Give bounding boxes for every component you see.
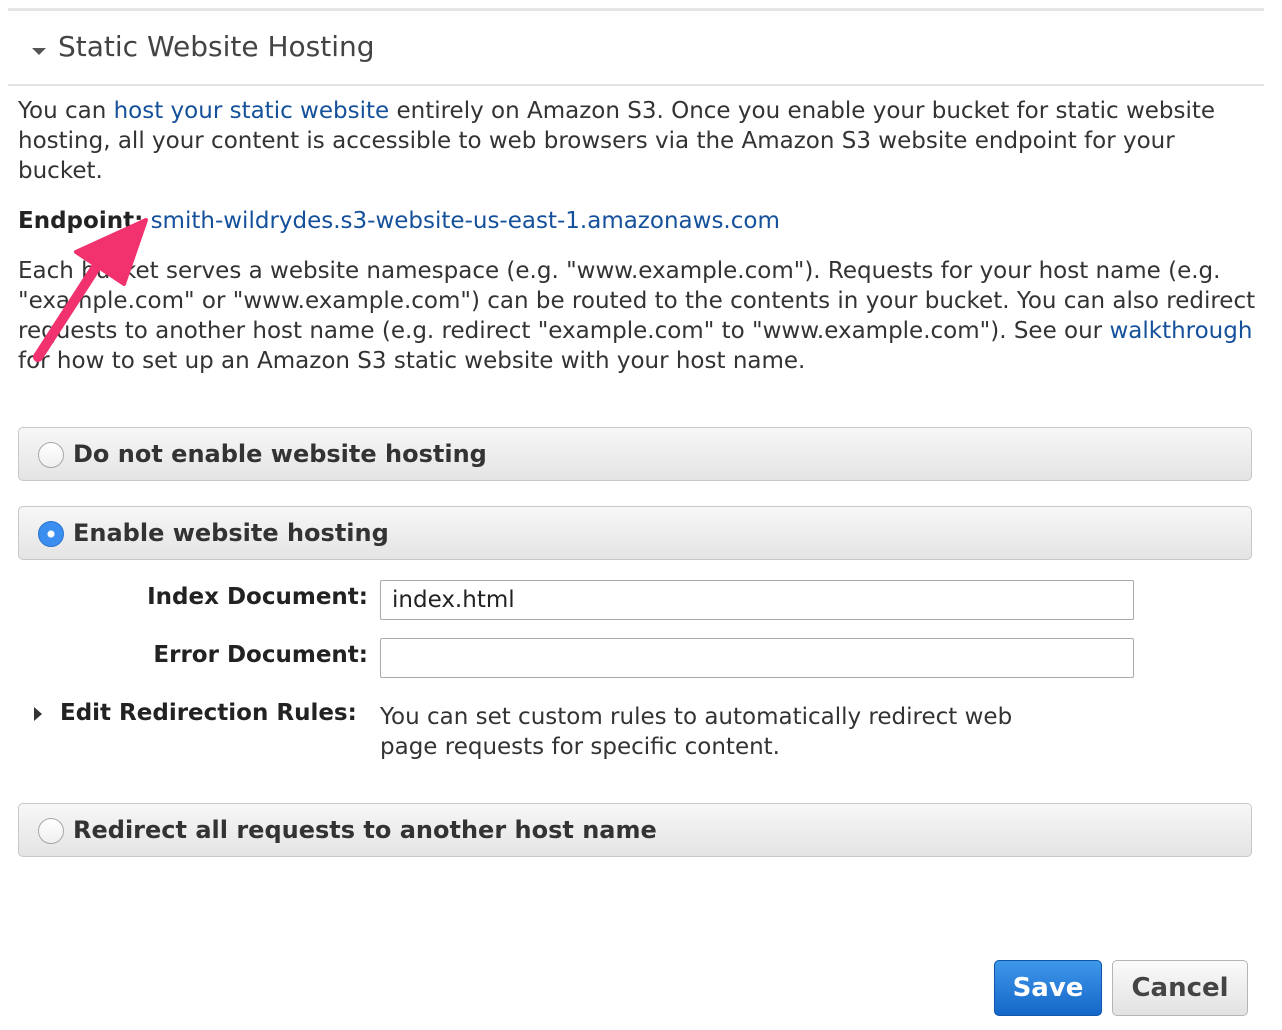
namespace-paragraph: Each bucket serves a website namespace (… <box>18 256 1258 376</box>
error-document-input[interactable] <box>380 638 1134 678</box>
option-label: Redirect all requests to another host na… <box>73 816 657 844</box>
option-label: Do not enable website hosting <box>73 440 487 468</box>
intro-text-before: You can <box>18 98 114 124</box>
endpoint-row: Endpoint: smith-wildrydes.s3-website-us-… <box>18 206 1248 236</box>
caret-down-icon[interactable] <box>32 48 46 55</box>
caret-right-icon[interactable] <box>34 707 42 721</box>
walkthrough-link[interactable]: walkthrough <box>1109 318 1252 344</box>
host-static-website-link[interactable]: host your static website <box>114 98 390 124</box>
namespace-text-after: for how to set up an Amazon S3 static we… <box>18 348 806 374</box>
intro-paragraph: You can host your static website entirel… <box>18 96 1248 186</box>
namespace-text-before: Each bucket serves a website namespace (… <box>18 258 1256 344</box>
radio-enable-hosting[interactable] <box>38 521 64 547</box>
section-header[interactable]: Static Website Hosting <box>8 12 1264 86</box>
endpoint-label: Endpoint: <box>18 208 144 234</box>
option-redirect-all[interactable]: Redirect all requests to another host na… <box>18 803 1252 857</box>
option-enable-hosting[interactable]: Enable website hosting <box>18 506 1252 560</box>
radio-redirect-all[interactable] <box>38 818 64 844</box>
section-title: Static Website Hosting <box>58 30 375 63</box>
cancel-button[interactable]: Cancel <box>1112 960 1248 1016</box>
edit-redirection-rules-toggle[interactable]: Edit Redirection Rules: <box>60 700 357 726</box>
top-divider <box>8 8 1264 11</box>
redirection-rules-description: You can set custom rules to automaticall… <box>380 704 1013 760</box>
index-document-label: Index Document: <box>147 584 368 610</box>
error-document-label: Error Document: <box>153 642 368 668</box>
option-label: Enable website hosting <box>73 519 389 547</box>
option-do-not-enable[interactable]: Do not enable website hosting <box>18 427 1252 481</box>
save-button[interactable]: Save <box>994 960 1102 1016</box>
endpoint-link[interactable]: smith-wildrydes.s3-website-us-east-1.ama… <box>151 208 780 234</box>
radio-do-not-enable[interactable] <box>38 442 64 468</box>
index-document-input[interactable] <box>380 580 1134 620</box>
